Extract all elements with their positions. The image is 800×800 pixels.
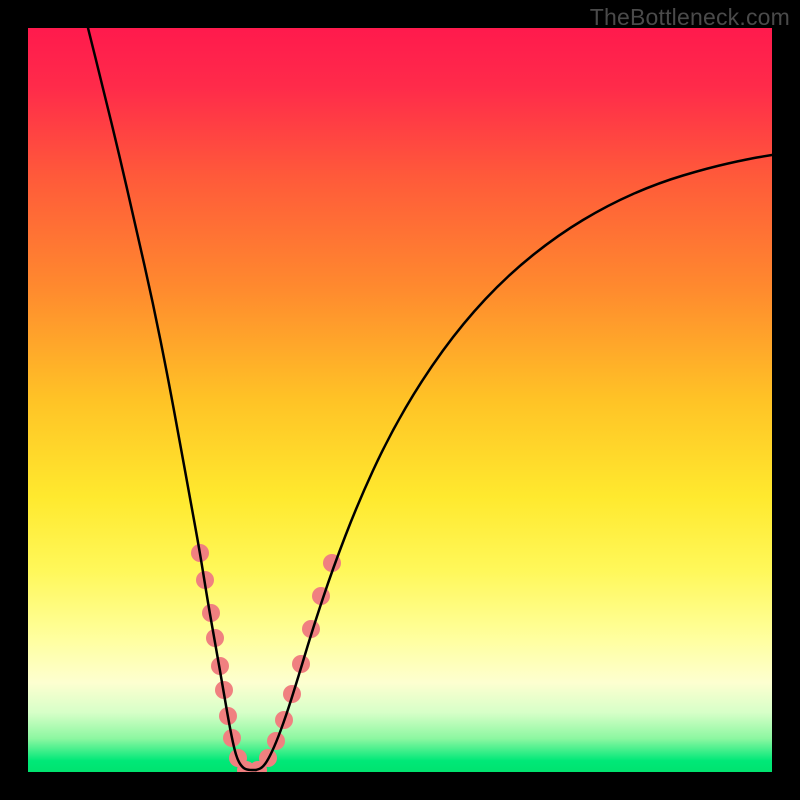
plot-frame	[28, 28, 772, 772]
curve-right-branch	[256, 155, 772, 770]
plot-curves	[28, 28, 772, 772]
dot-cluster	[191, 544, 341, 772]
watermark-text: TheBottleneck.com	[590, 4, 790, 31]
curve-left-branch	[88, 28, 256, 770]
